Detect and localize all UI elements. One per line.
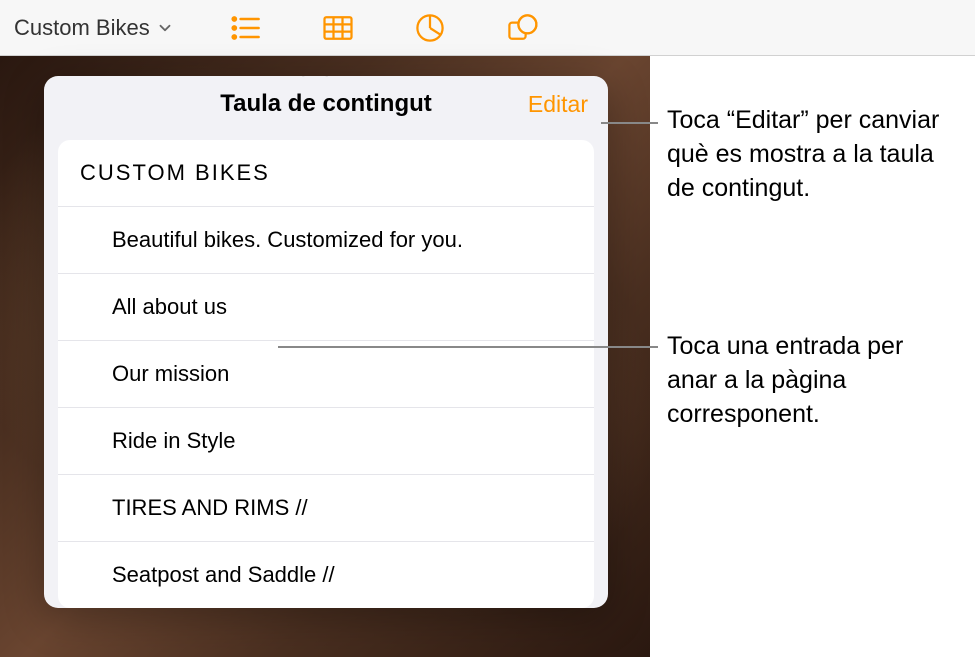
toc-item[interactable]: Ride in Style (58, 408, 594, 475)
chart-icon[interactable] (408, 6, 452, 50)
document-title-dropdown[interactable]: Custom Bikes (0, 15, 174, 41)
callout-line (278, 346, 658, 348)
toc-item[interactable]: TIRES AND RIMS // (58, 475, 594, 542)
popover-header: Taula de contingut Editar (44, 76, 608, 132)
toc-item[interactable]: Beautiful bikes. Customized for you. (58, 207, 594, 274)
toc-item[interactable]: Our mission (58, 341, 594, 408)
edit-button[interactable]: Editar (528, 91, 588, 118)
callout-line (601, 122, 658, 124)
toolbar: Custom Bikes (0, 0, 975, 56)
toc-item[interactable]: CUSTOM BIKES (58, 140, 594, 207)
table-icon[interactable] (316, 6, 360, 50)
chevron-down-icon (156, 19, 174, 37)
toc-item[interactable]: All about us (58, 274, 594, 341)
toc-list: CUSTOM BIKES Beautiful bikes. Customized… (58, 140, 594, 608)
toc-popover: Taula de contingut Editar CUSTOM BIKES B… (44, 76, 608, 608)
toc-item[interactable]: Seatpost and Saddle // (58, 542, 594, 608)
callout-entry-hint: Toca una entrada per anar a la pàgina co… (667, 330, 957, 431)
toolbar-icons (224, 6, 544, 50)
callout-edit-hint: Toca “Editar” per canviar què es mostra … (667, 104, 967, 205)
document-title: Custom Bikes (14, 15, 150, 41)
shapes-icon[interactable] (500, 6, 544, 50)
popover-title: Taula de contingut (220, 90, 432, 118)
list-view-icon[interactable] (224, 6, 268, 50)
